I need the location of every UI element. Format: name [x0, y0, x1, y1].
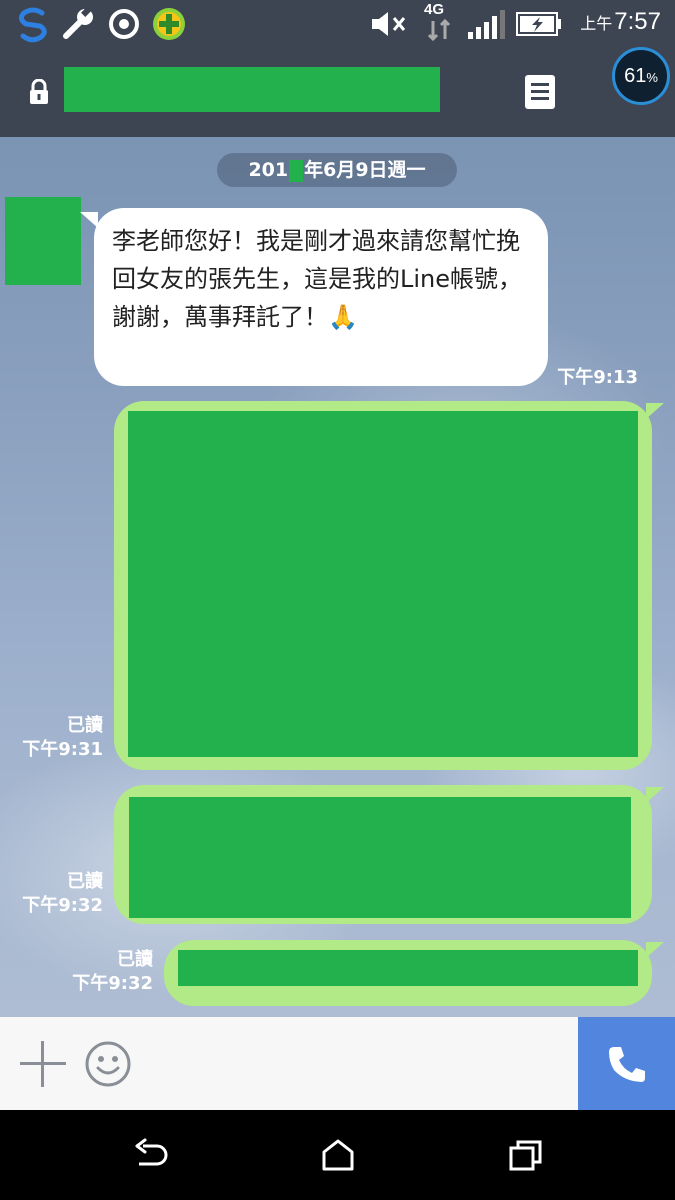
read-receipt-2: 已讀 下午9:32: [10, 870, 103, 918]
add-attachment-button[interactable]: [20, 1041, 66, 1087]
date-prefix: 201: [248, 159, 289, 181]
status-bar: 4G 上午7:57: [0, 0, 675, 47]
message-content-redacted: [128, 411, 638, 757]
message-content-redacted: [178, 950, 638, 986]
battery-widget[interactable]: 61%: [612, 47, 670, 105]
clock-time: 7:57: [614, 8, 661, 35]
app-s-icon: [18, 7, 47, 43]
mute-icon: [372, 12, 406, 36]
outgoing-time-3: 下午9:32: [72, 973, 153, 994]
wrench-icon: [63, 7, 93, 39]
chat-title-redacted: [64, 67, 440, 112]
incoming-message-bubble[interactable]: 李老師您好！我是剛才過來請您幫忙挽回女友的張先生，這是我的Line帳號，謝謝，萬…: [80, 208, 548, 386]
read-label-3: 已讀: [117, 949, 153, 970]
contact-avatar-redacted[interactable]: [5, 197, 81, 285]
chat-header: 61%: [0, 47, 675, 137]
date-suffix: 年6月9日週一: [304, 159, 426, 181]
outgoing-message-bubble[interactable]: [114, 785, 664, 924]
recent-apps-icon[interactable]: [508, 1138, 544, 1172]
incoming-message-text: 李老師您好！我是剛才過來請您幫忙挽回女友的張先生，這是我的Line帳號，謝謝，萬…: [112, 227, 523, 331]
clock-period: 上午: [580, 16, 613, 33]
emoji-icon[interactable]: [84, 1040, 132, 1088]
battery-widget-unit: %: [646, 70, 658, 85]
back-icon[interactable]: [133, 1138, 169, 1172]
chat-area[interactable]: 201 年6月9日週一 李老師您好！我是剛才過來請您幫忙挽回女友的張先生，這是我的…: [0, 137, 675, 1017]
battery-charging-icon: [516, 12, 561, 36]
read-receipt-1: 已讀 下午9:31: [10, 714, 103, 762]
read-label-1: 已讀: [67, 715, 103, 736]
outgoing-time-1: 下午9:31: [22, 739, 103, 760]
outgoing-message-bubble[interactable]: [114, 401, 664, 770]
plus-app-icon: [153, 8, 185, 40]
record-icon: [109, 9, 139, 39]
menu-button[interactable]: [525, 75, 555, 109]
network-type-label: 4G: [424, 1, 445, 18]
read-label-2: 已讀: [67, 871, 103, 892]
status-clock: 上午7:57: [580, 8, 661, 36]
battery-widget-value: 61: [624, 65, 647, 87]
system-nav-bar: [0, 1110, 675, 1200]
read-receipt-3: 已讀 下午9:32: [60, 948, 153, 996]
home-icon[interactable]: [320, 1138, 356, 1172]
outgoing-message-bubble[interactable]: [164, 940, 664, 1006]
date-divider: 201 年6月9日週一: [217, 153, 457, 187]
lock-icon: [30, 79, 48, 104]
incoming-message-time: 下午9:13: [557, 367, 638, 388]
network-arrows-icon: [427, 19, 451, 41]
message-input-bar: [0, 1017, 675, 1110]
message-content-redacted: [129, 797, 631, 918]
call-button[interactable]: [578, 1017, 675, 1110]
signal-icon: [468, 10, 505, 39]
outgoing-time-2: 下午9:32: [22, 895, 103, 916]
phone-icon: [609, 1047, 645, 1082]
date-redaction: [289, 159, 304, 182]
